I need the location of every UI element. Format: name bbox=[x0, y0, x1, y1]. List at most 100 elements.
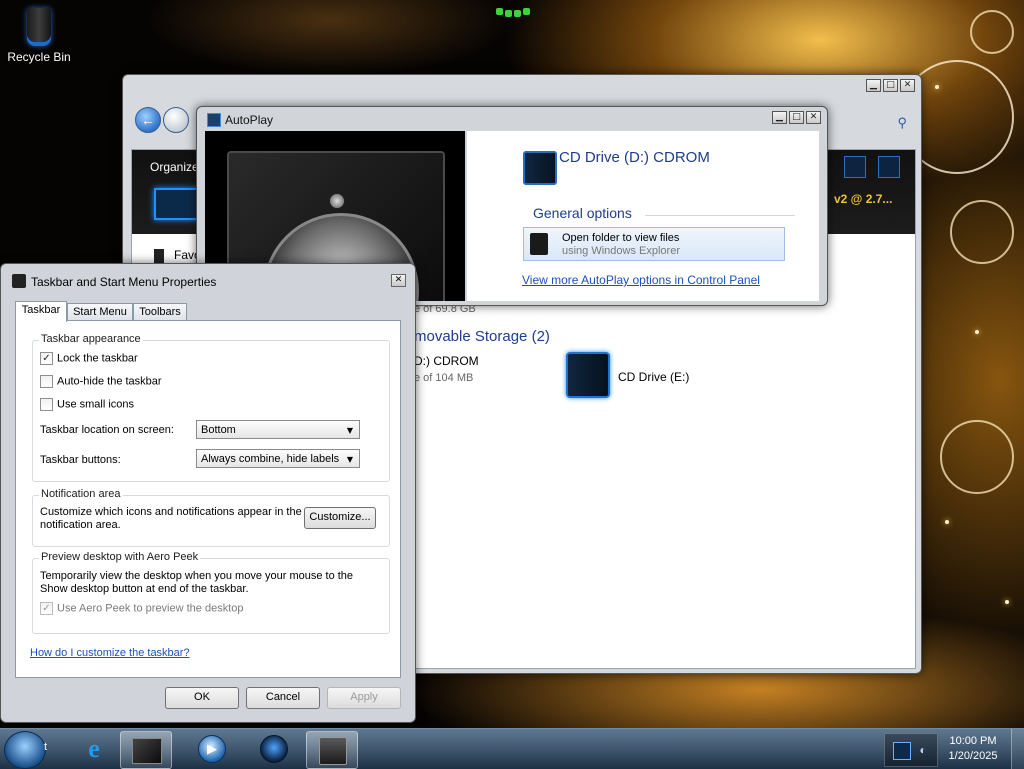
cancel-button[interactable]: Cancel bbox=[246, 687, 320, 709]
small-icons-row[interactable]: Use small icons bbox=[40, 398, 134, 411]
wallpaper-swirl bbox=[970, 10, 1014, 54]
taskbar-explorer-window[interactable] bbox=[120, 731, 172, 769]
taskbar-tab-panel: Taskbar appearance ✓ Lock the taskbar Aut… bbox=[15, 320, 401, 678]
back-button[interactable]: ← bbox=[135, 107, 161, 133]
buttons-select[interactable]: Always combine, hide labels ▼ bbox=[196, 449, 360, 468]
action-center-icon[interactable] bbox=[893, 742, 911, 760]
media-player-icon: ▶ bbox=[198, 735, 226, 763]
drive-d-name[interactable]: D:) CDROM bbox=[414, 354, 479, 368]
removable-storage-header[interactable]: movable Storage (2) bbox=[414, 328, 550, 345]
group-title: Notification area bbox=[39, 488, 123, 500]
explorer-caption-buttons: ▁ □ ✕ bbox=[866, 79, 915, 92]
option-sublabel: using Windows Explorer bbox=[562, 245, 680, 257]
recycle-bin-icon bbox=[27, 8, 51, 46]
globe-icon bbox=[260, 735, 288, 763]
close-button[interactable]: ✕ bbox=[900, 79, 915, 92]
customize-button[interactable]: Customize... bbox=[304, 507, 376, 529]
recycle-bin-label: Recycle Bin bbox=[7, 50, 71, 64]
location-select[interactable]: Bottom ▼ bbox=[196, 420, 360, 439]
show-desktop-button[interactable] bbox=[1011, 729, 1024, 769]
folder-icon bbox=[530, 233, 548, 255]
monitor-icon bbox=[154, 188, 200, 220]
apply-button[interactable]: Apply bbox=[327, 687, 401, 709]
auto-hide-row[interactable]: Auto-hide the taskbar bbox=[40, 375, 162, 388]
minimize-button[interactable]: ▁ bbox=[866, 79, 881, 92]
taskbar-properties-window[interactable] bbox=[306, 731, 358, 769]
taskbar: t e ▶ ◐ 10:00 PM 1/20/2025 bbox=[0, 728, 1024, 769]
autoplay-icon bbox=[207, 113, 221, 127]
general-options-title: General options bbox=[533, 205, 632, 221]
location-label: Taskbar location on screen: bbox=[40, 424, 174, 436]
taskbar-icon bbox=[12, 274, 26, 288]
open-folder-option[interactable]: Open folder to view files using Windows … bbox=[523, 227, 785, 261]
processor-label: v2 @ 2.7... bbox=[834, 192, 893, 206]
recycle-bin-shortcut[interactable]: Recycle Bin bbox=[6, 8, 72, 64]
taskbar-internet-explorer[interactable]: e bbox=[68, 731, 118, 767]
network-icon[interactable]: ◐ bbox=[915, 742, 931, 758]
notification-text: Customize which icons and notifications … bbox=[40, 506, 302, 531]
minimize-button[interactable]: ▁ bbox=[772, 111, 787, 124]
group-title: Preview desktop with Aero Peek bbox=[39, 551, 201, 563]
aero-peek-label: Use Aero Peek to preview the desktop bbox=[57, 602, 244, 615]
tab-start-menu[interactable]: Start Menu bbox=[67, 303, 133, 321]
wallpaper-sparkle bbox=[935, 85, 939, 89]
taskbar-globe-app[interactable] bbox=[248, 731, 298, 767]
maximize-button[interactable]: □ bbox=[883, 79, 898, 92]
lock-taskbar-checkbox[interactable]: ✓ bbox=[40, 352, 53, 365]
aero-peek-text: Temporarily view the desktop when you mo… bbox=[40, 570, 354, 595]
start-button[interactable] bbox=[4, 731, 46, 769]
drive-e-name[interactable]: CD Drive (E:) bbox=[618, 370, 689, 384]
wallpaper-swirl bbox=[940, 420, 1014, 494]
group-divider bbox=[645, 215, 795, 216]
forward-button[interactable] bbox=[163, 107, 189, 133]
ok-button[interactable]: OK bbox=[165, 687, 239, 709]
clock-time: 10:00 PM bbox=[949, 735, 997, 747]
tab-toolbars[interactable]: Toolbars bbox=[133, 303, 187, 321]
wallpaper-sparkle bbox=[975, 330, 979, 334]
cd-drive-icon[interactable] bbox=[566, 352, 610, 398]
lock-taskbar-label: Lock the taskbar bbox=[57, 352, 138, 365]
drive-title: CD Drive (D:) CDROM bbox=[559, 149, 710, 166]
view-tile-icon[interactable] bbox=[844, 156, 866, 178]
lock-taskbar-row[interactable]: ✓ Lock the taskbar bbox=[40, 352, 138, 365]
organize-button[interactable]: Organize bbox=[150, 160, 199, 174]
maximize-button[interactable]: □ bbox=[789, 111, 804, 124]
aero-peek-row[interactable]: ✓ Use Aero Peek to preview the desktop bbox=[40, 602, 244, 615]
help-tile-icon[interactable] bbox=[878, 156, 900, 178]
small-icons-checkbox[interactable] bbox=[40, 398, 53, 411]
taskbar-properties-dialog[interactable]: Taskbar and Start Menu Properties ✕ Task… bbox=[0, 263, 416, 723]
taskbar-media-player[interactable]: ▶ bbox=[186, 731, 236, 767]
location-value: Bottom bbox=[201, 424, 236, 436]
close-button[interactable]: ✕ bbox=[806, 111, 821, 124]
aero-peek-checkbox[interactable]: ✓ bbox=[40, 602, 53, 615]
auto-hide-checkbox[interactable] bbox=[40, 375, 53, 388]
wallpaper-sparkle bbox=[1005, 600, 1009, 604]
search-icon[interactable]: ⚲ bbox=[897, 115, 907, 131]
taskbar-properties-icon bbox=[319, 737, 347, 765]
buttons-label: Taskbar buttons: bbox=[40, 454, 121, 466]
dropdown-arrow-icon: ▼ bbox=[346, 455, 353, 464]
autoplay-caption-buttons: ▁ □ ✕ bbox=[772, 111, 821, 124]
drive-d-free-space: e of 104 MB bbox=[414, 372, 474, 384]
dialog-title: Taskbar and Start Menu Properties bbox=[31, 275, 217, 289]
tab-taskbar[interactable]: Taskbar bbox=[15, 301, 67, 322]
start-label: t bbox=[44, 741, 48, 753]
system-clock[interactable]: 10:00 PM 1/20/2025 bbox=[938, 734, 1008, 764]
small-icons-label: Use small icons bbox=[57, 398, 135, 411]
help-link[interactable]: How do I customize the taskbar? bbox=[30, 647, 190, 659]
close-button[interactable]: ✕ bbox=[391, 274, 406, 287]
wallpaper-green-dots bbox=[496, 6, 530, 18]
more-autoplay-options-link[interactable]: View more AutoPlay options in Control Pa… bbox=[522, 273, 760, 287]
wallpaper-sparkle bbox=[945, 520, 949, 524]
sidebar-item-favorites[interactable]: Favo bbox=[154, 248, 201, 263]
explorer-icon bbox=[132, 738, 162, 764]
group-title: Taskbar appearance bbox=[39, 333, 143, 345]
cd-drive-icon bbox=[523, 151, 557, 185]
autoplay-title: AutoPlay bbox=[225, 113, 274, 127]
wallpaper-swirl bbox=[950, 200, 1014, 264]
favorites-icon bbox=[154, 248, 164, 263]
option-label: Open folder to view files bbox=[562, 232, 680, 244]
dropdown-arrow-icon: ▼ bbox=[346, 426, 353, 435]
buttons-value: Always combine, hide labels bbox=[201, 453, 340, 465]
bolt-icon bbox=[329, 193, 345, 209]
